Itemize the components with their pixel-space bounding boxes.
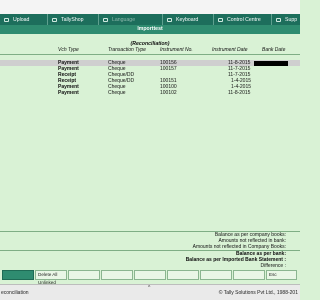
header-divider [0, 54, 300, 55]
support-icon [276, 17, 281, 22]
action-button[interactable] [200, 270, 232, 280]
support-label: Supp [285, 16, 298, 23]
header-instrument-no: Instrument No. [160, 47, 193, 53]
language-label: Language [112, 16, 136, 23]
vch-type-cell: Payment [58, 90, 79, 96]
instrument-no-cell: 100102 [160, 90, 177, 96]
difference-label: Difference : [260, 263, 286, 269]
upload-label: Upload [13, 16, 30, 23]
delete-all-unlinked-button[interactable]: Delete All Unlinked [35, 270, 67, 285]
action-button[interactable] [2, 270, 34, 280]
header-bank-date: Bank Date [262, 47, 286, 53]
tallyshop-label: TallyShop [61, 16, 84, 23]
transaction-type-cell: Cheque [108, 90, 126, 96]
header-instrument-date: Instrument Date [212, 47, 248, 53]
bank-date-input[interactable] [254, 60, 288, 66]
control-centre-label: Control Centre [227, 16, 261, 23]
action-button[interactable] [233, 270, 265, 280]
keyboard-icon [167, 17, 172, 22]
upload-icon [4, 17, 9, 22]
window-title: Importtest [0, 25, 300, 34]
instrument-date-cell: 11-8-2015 [228, 90, 251, 96]
control-centre-icon [218, 17, 223, 22]
action-button[interactable] [134, 270, 166, 280]
copyright-text: © Tally Solutions Pvt Ltd., 1988-201 [218, 290, 298, 296]
support-menu-item[interactable]: Supp [272, 14, 300, 25]
control-centre-menu-item[interactable]: Control Centre [214, 14, 272, 25]
upload-menu-item[interactable]: Upload [0, 14, 48, 25]
language-menu-item: Language [99, 14, 163, 25]
shop-icon [52, 17, 57, 22]
keyboard-label: Keyboard [176, 16, 199, 23]
action-button[interactable] [101, 270, 133, 280]
action-button[interactable] [68, 270, 100, 280]
button-bar: Delete All Unlinked Esc [0, 270, 300, 285]
action-button[interactable] [167, 270, 199, 280]
status-left-text: econciliation [1, 290, 29, 296]
table-row[interactable]: Payment Cheque 100102 11-8-2015 [0, 90, 300, 96]
header-vch-type: Vch Type [58, 47, 79, 53]
keyboard-menu-item[interactable]: Keyboard [163, 14, 214, 25]
escape-button[interactable]: Esc [266, 270, 297, 280]
window-top-bar [0, 0, 300, 14]
expand-caret-icon[interactable]: ^ [148, 285, 150, 291]
tallyshop-menu-item[interactable]: TallyShop [48, 14, 99, 25]
language-icon [103, 17, 108, 22]
report-heading: (Reconciliation) [130, 41, 170, 47]
menu-bar: Upload TallyShop Language Keyboard Contr… [0, 14, 300, 25]
header-transaction-type: Transaction Type [108, 47, 146, 53]
status-bar: ^ econciliation © Tally Solutions Pvt Lt… [0, 284, 300, 300]
